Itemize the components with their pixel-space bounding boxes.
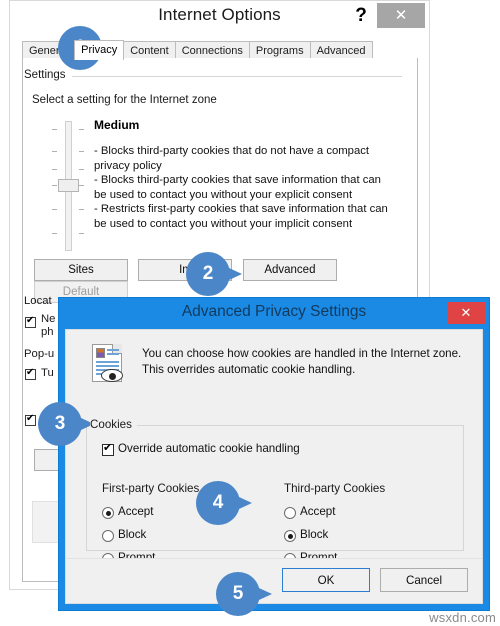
privacy-level-description: - Blocks third-party cookies that do not… [94,145,388,230]
dialog-description: You can choose how cookies are handled i… [142,346,472,377]
watermark: wsxdn.com [429,610,496,625]
popup-check-label: Tu [41,367,54,379]
third-party-block-label: Block [300,528,329,541]
advanced-privacy-settings-dialog: Advanced Privacy Settings ✕ You can choo… [58,297,490,611]
close-icon[interactable]: ✕ [377,3,425,28]
dialog-body: You can choose how cookies are handled i… [65,329,483,604]
cookie-document-icon [88,344,128,388]
tab-connections[interactable]: Connections [174,41,250,59]
cookies-group-label: Cookies [90,418,137,431]
callout-3-number: 3 [38,402,82,446]
location-checkbox[interactable] [25,315,36,328]
zone-description: Select a setting for the Internet zone [32,94,217,106]
callout-4-number: 4 [196,481,240,525]
third-party-block-radio[interactable] [284,530,296,542]
cancel-button[interactable]: Cancel [380,568,468,592]
privacy-level-name: Medium [94,118,140,132]
tab-privacy[interactable]: Privacy [74,40,125,60]
sites-button[interactable]: Sites [34,259,128,281]
callout-5-number: 5 [216,572,260,616]
first-party-accept-label: Accept [118,505,154,518]
settings-group-label: Settings [24,69,71,81]
dialog-content: You can choose how cookies are handled i… [66,330,482,592]
location-group-label: Locat [24,295,52,307]
advanced-button[interactable]: Advanced [242,259,337,281]
tab-content[interactable]: Content [123,41,176,59]
ok-button[interactable]: OK [282,568,370,592]
tab-strip: General Privacy Content Connections Prog… [22,40,418,60]
third-party-accept-radio[interactable] [284,507,296,519]
callout-2-number: 2 [186,252,230,296]
dialog-footer: OK Cancel [66,558,482,603]
third-party-heading: Third-party Cookies [284,482,386,495]
settings-group-divider [72,76,402,77]
first-party-block-label: Block [118,528,147,541]
help-icon[interactable]: ? [348,3,374,29]
third-party-accept-label: Accept [300,505,336,518]
tab-advanced[interactable]: Advanced [309,41,373,59]
privacy-level-slider[interactable] [52,121,84,251]
tab-programs[interactable]: Programs [248,41,311,59]
dialog-title: Advanced Privacy Settings [181,303,367,320]
first-party-accept-radio[interactable] [102,507,114,519]
first-party-heading: First-party Cookies [102,482,200,495]
close-icon[interactable]: ✕ [447,302,485,324]
location-check-label-line1: Ne [41,313,56,325]
override-cookie-handling-label: Override automatic cookie handling [118,442,300,455]
override-cookie-handling-checkbox[interactable] [102,441,114,456]
dialog-description-line2: This overrides automatic cookie handling… [142,362,356,376]
dialog-description-line1: You can choose how cookies are handled i… [142,347,462,360]
popup-checkbox[interactable] [25,367,36,380]
location-check-label-line2: ph [41,326,54,338]
inprivate-checkbox[interactable] [25,413,36,426]
popup-group-label: Pop-u [24,348,55,360]
first-party-block-radio[interactable] [102,530,114,542]
slider-thumb[interactable] [58,179,79,192]
